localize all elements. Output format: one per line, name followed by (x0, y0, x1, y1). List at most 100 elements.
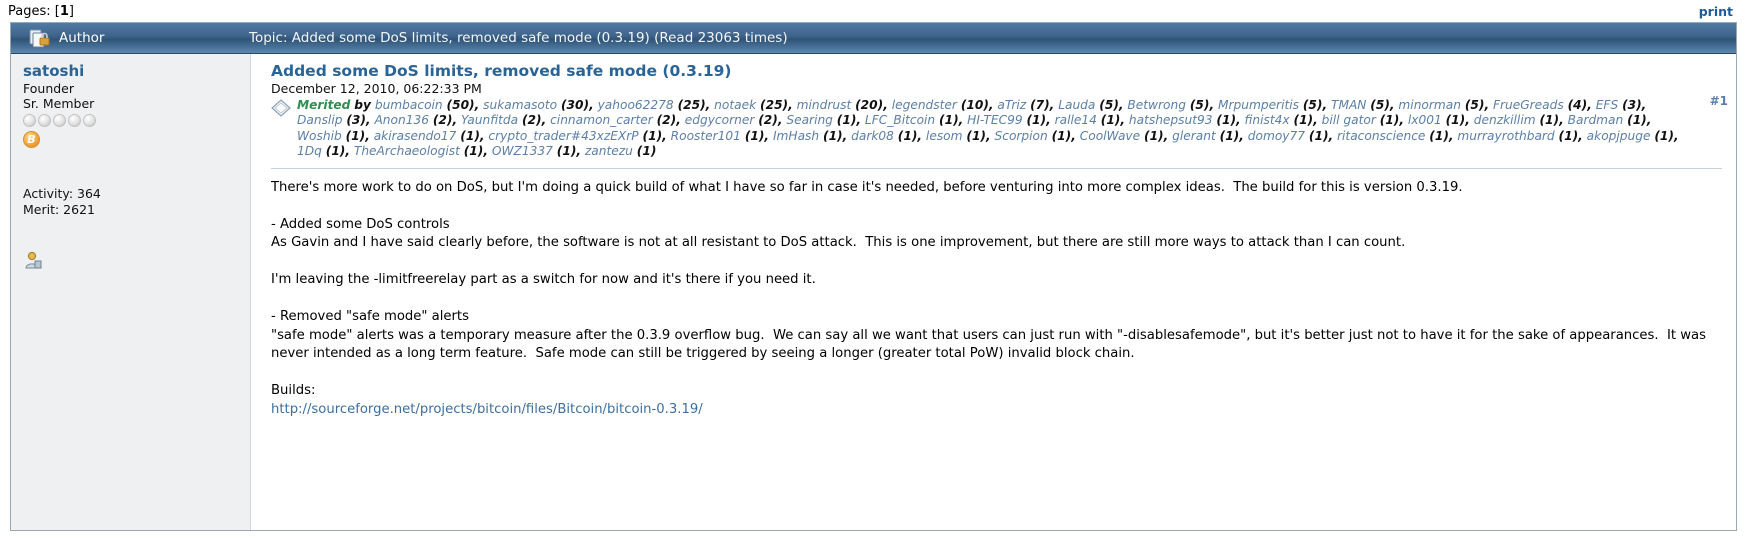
meriter-username[interactable]: domoy77 (1244, 129, 1309, 143)
meriter-username[interactable]: EFS (1592, 98, 1622, 112)
meriter-count: (1), (1429, 129, 1453, 143)
meriter-username[interactable]: TheArchaeologist (350, 144, 464, 158)
post-body: satoshi Founder Sr. Member B Activity: 3… (11, 54, 1736, 530)
meriter-username[interactable]: legendster (888, 98, 961, 112)
locked-topic-icon (27, 29, 53, 48)
merited-by-text: Merited by bumbacoin (50), sukamasoto (3… (297, 98, 1682, 160)
meriter-count: (1), (1294, 113, 1318, 127)
meriter-username[interactable]: zantezu (581, 144, 637, 158)
meriter-username[interactable]: ralle14 (1051, 113, 1101, 127)
author-activity: Activity: 364 (23, 186, 250, 202)
user-profile-icon[interactable] (23, 250, 43, 270)
meriter-count: (1), (643, 129, 667, 143)
meriter-username[interactable]: crypto_trader#43xzEXrP (485, 129, 643, 143)
meriter-username[interactable]: HI-TEC99 (963, 113, 1026, 127)
meriter-username[interactable]: OWZ1337 (488, 144, 557, 158)
rank-star-icon (68, 114, 81, 127)
meriter-username[interactable]: minorman (1395, 98, 1465, 112)
meriter-username[interactable]: mindrust (793, 98, 855, 112)
meriter-username[interactable]: ImHash (769, 129, 823, 143)
meriter-count: (30), (561, 98, 594, 112)
merited-label: Merited (297, 98, 350, 112)
meriter-username[interactable]: CoolWave (1076, 129, 1144, 143)
meriter-username[interactable]: aTriz (994, 98, 1031, 112)
meriter-count: (1), (1380, 113, 1404, 127)
post-subject[interactable]: Added some DoS limits, removed safe mode… (271, 62, 1722, 81)
post-frame: Author Topic: Added some DoS limits, rem… (10, 22, 1737, 531)
meriter-count: (1), (1052, 129, 1076, 143)
author-username[interactable]: satoshi (23, 62, 250, 80)
merit-gem-icon (271, 99, 291, 121)
meriter-username[interactable]: akopjpuge (1583, 129, 1655, 143)
meriter-count: (1), (460, 129, 484, 143)
meriter-username[interactable]: Yaunfitda (457, 113, 522, 127)
meriter-count: (25), (760, 98, 793, 112)
meriter-username[interactable]: Lauda (1054, 98, 1099, 112)
post-number[interactable]: #1 (1710, 94, 1728, 108)
pages-bar: Pages: [1] print (0, 0, 1747, 22)
meriter-count: (5), (1370, 98, 1394, 112)
meriter-count: (3), (1622, 98, 1646, 112)
pages-label-close: ] (69, 4, 74, 19)
merited-by-row: Merited by bumbacoin (50), sukamasoto (3… (271, 98, 1722, 160)
bitcoin-coin-icon: B (23, 131, 40, 148)
meriter-count: (1), (1539, 113, 1563, 127)
meriter-count: (3), (346, 113, 370, 127)
meriter-count: (1), (1026, 113, 1050, 127)
meriter-username[interactable]: Searing (782, 113, 836, 127)
meriter-username[interactable]: dark08 (847, 129, 898, 143)
meriter-username[interactable]: Anon136 (371, 113, 433, 127)
meriter-count: (1), (557, 144, 581, 158)
meriter-username[interactable]: 1Dq (297, 144, 326, 158)
meriter-username[interactable]: FrueGreads (1489, 98, 1568, 112)
rank-star-icon (83, 114, 96, 127)
page-navigation: Pages: [1] (8, 4, 74, 19)
post-message-body: There's more work to do on DoS, but I'm … (271, 179, 1722, 401)
build-download-link[interactable]: http://sourceforge.net/projects/bitcoin/… (271, 402, 703, 417)
meriter-username[interactable]: Betwrong (1124, 98, 1190, 112)
meriter-count: (1), (966, 129, 990, 143)
meriter-count: (1), (1220, 129, 1244, 143)
meriter-count: (25), (678, 98, 711, 112)
meriter-username[interactable]: ritaconscience (1333, 129, 1429, 143)
page-number-1[interactable]: 1 (60, 4, 69, 19)
meriter-username[interactable]: lx001 (1404, 113, 1446, 127)
meriter-username[interactable]: Mrpumperitis (1214, 98, 1303, 112)
author-stats: Activity: 364 Merit: 2621 (23, 186, 250, 218)
meriter-username[interactable]: finist4x (1241, 113, 1294, 127)
meriter-username[interactable]: LFC_Bitcoin (861, 113, 939, 127)
meriter-username[interactable]: bill gator (1318, 113, 1380, 127)
meriter-count: (1), (464, 144, 488, 158)
author-column: satoshi Founder Sr. Member B Activity: 3… (11, 54, 251, 530)
meriter-username[interactable]: Danslip (297, 113, 346, 127)
meriter-username[interactable]: Bardman (1564, 113, 1627, 127)
meriter-count: (1), (823, 129, 847, 143)
meriter-username[interactable]: bumbacoin (375, 98, 447, 112)
meriter-username[interactable]: Woshib (297, 129, 346, 143)
meriter-username[interactable]: murrayrothbard (1454, 129, 1559, 143)
meriter-username[interactable]: Rooster101 (667, 129, 745, 143)
column-header-author: Author (59, 30, 249, 46)
meriter-username[interactable]: yahoo62278 (594, 98, 678, 112)
meriter-username[interactable]: denzkillim (1470, 113, 1540, 127)
meriter-count: (1) (637, 144, 657, 158)
meriter-count: (4), (1568, 98, 1592, 112)
meriter-username[interactable]: hatshepsut93 (1125, 113, 1216, 127)
meriter-username[interactable]: sukamasoto (479, 98, 561, 112)
print-link[interactable]: print (1699, 4, 1733, 19)
meriter-count: (7), (1030, 98, 1054, 112)
rank-star-icon (53, 114, 66, 127)
meriter-username[interactable]: edgycorner (681, 113, 758, 127)
post-content-column: Added some DoS limits, removed safe mode… (251, 54, 1736, 530)
meriter-count: (20), (855, 98, 888, 112)
meriter-username[interactable]: glerant (1168, 129, 1219, 143)
meriter-username[interactable]: lesom (922, 129, 966, 143)
meriter-username[interactable]: akirasendo17 (370, 129, 460, 143)
meriter-count: (1), (1144, 129, 1168, 143)
merited-by-label: by (354, 98, 371, 112)
meriter-username[interactable]: cinnamon_carter (546, 113, 656, 127)
meriter-username[interactable]: notaek (710, 98, 760, 112)
meriter-username[interactable]: Scorpion (991, 129, 1052, 143)
meriter-username[interactable]: TMAN (1327, 98, 1370, 112)
content-divider (271, 168, 1722, 169)
